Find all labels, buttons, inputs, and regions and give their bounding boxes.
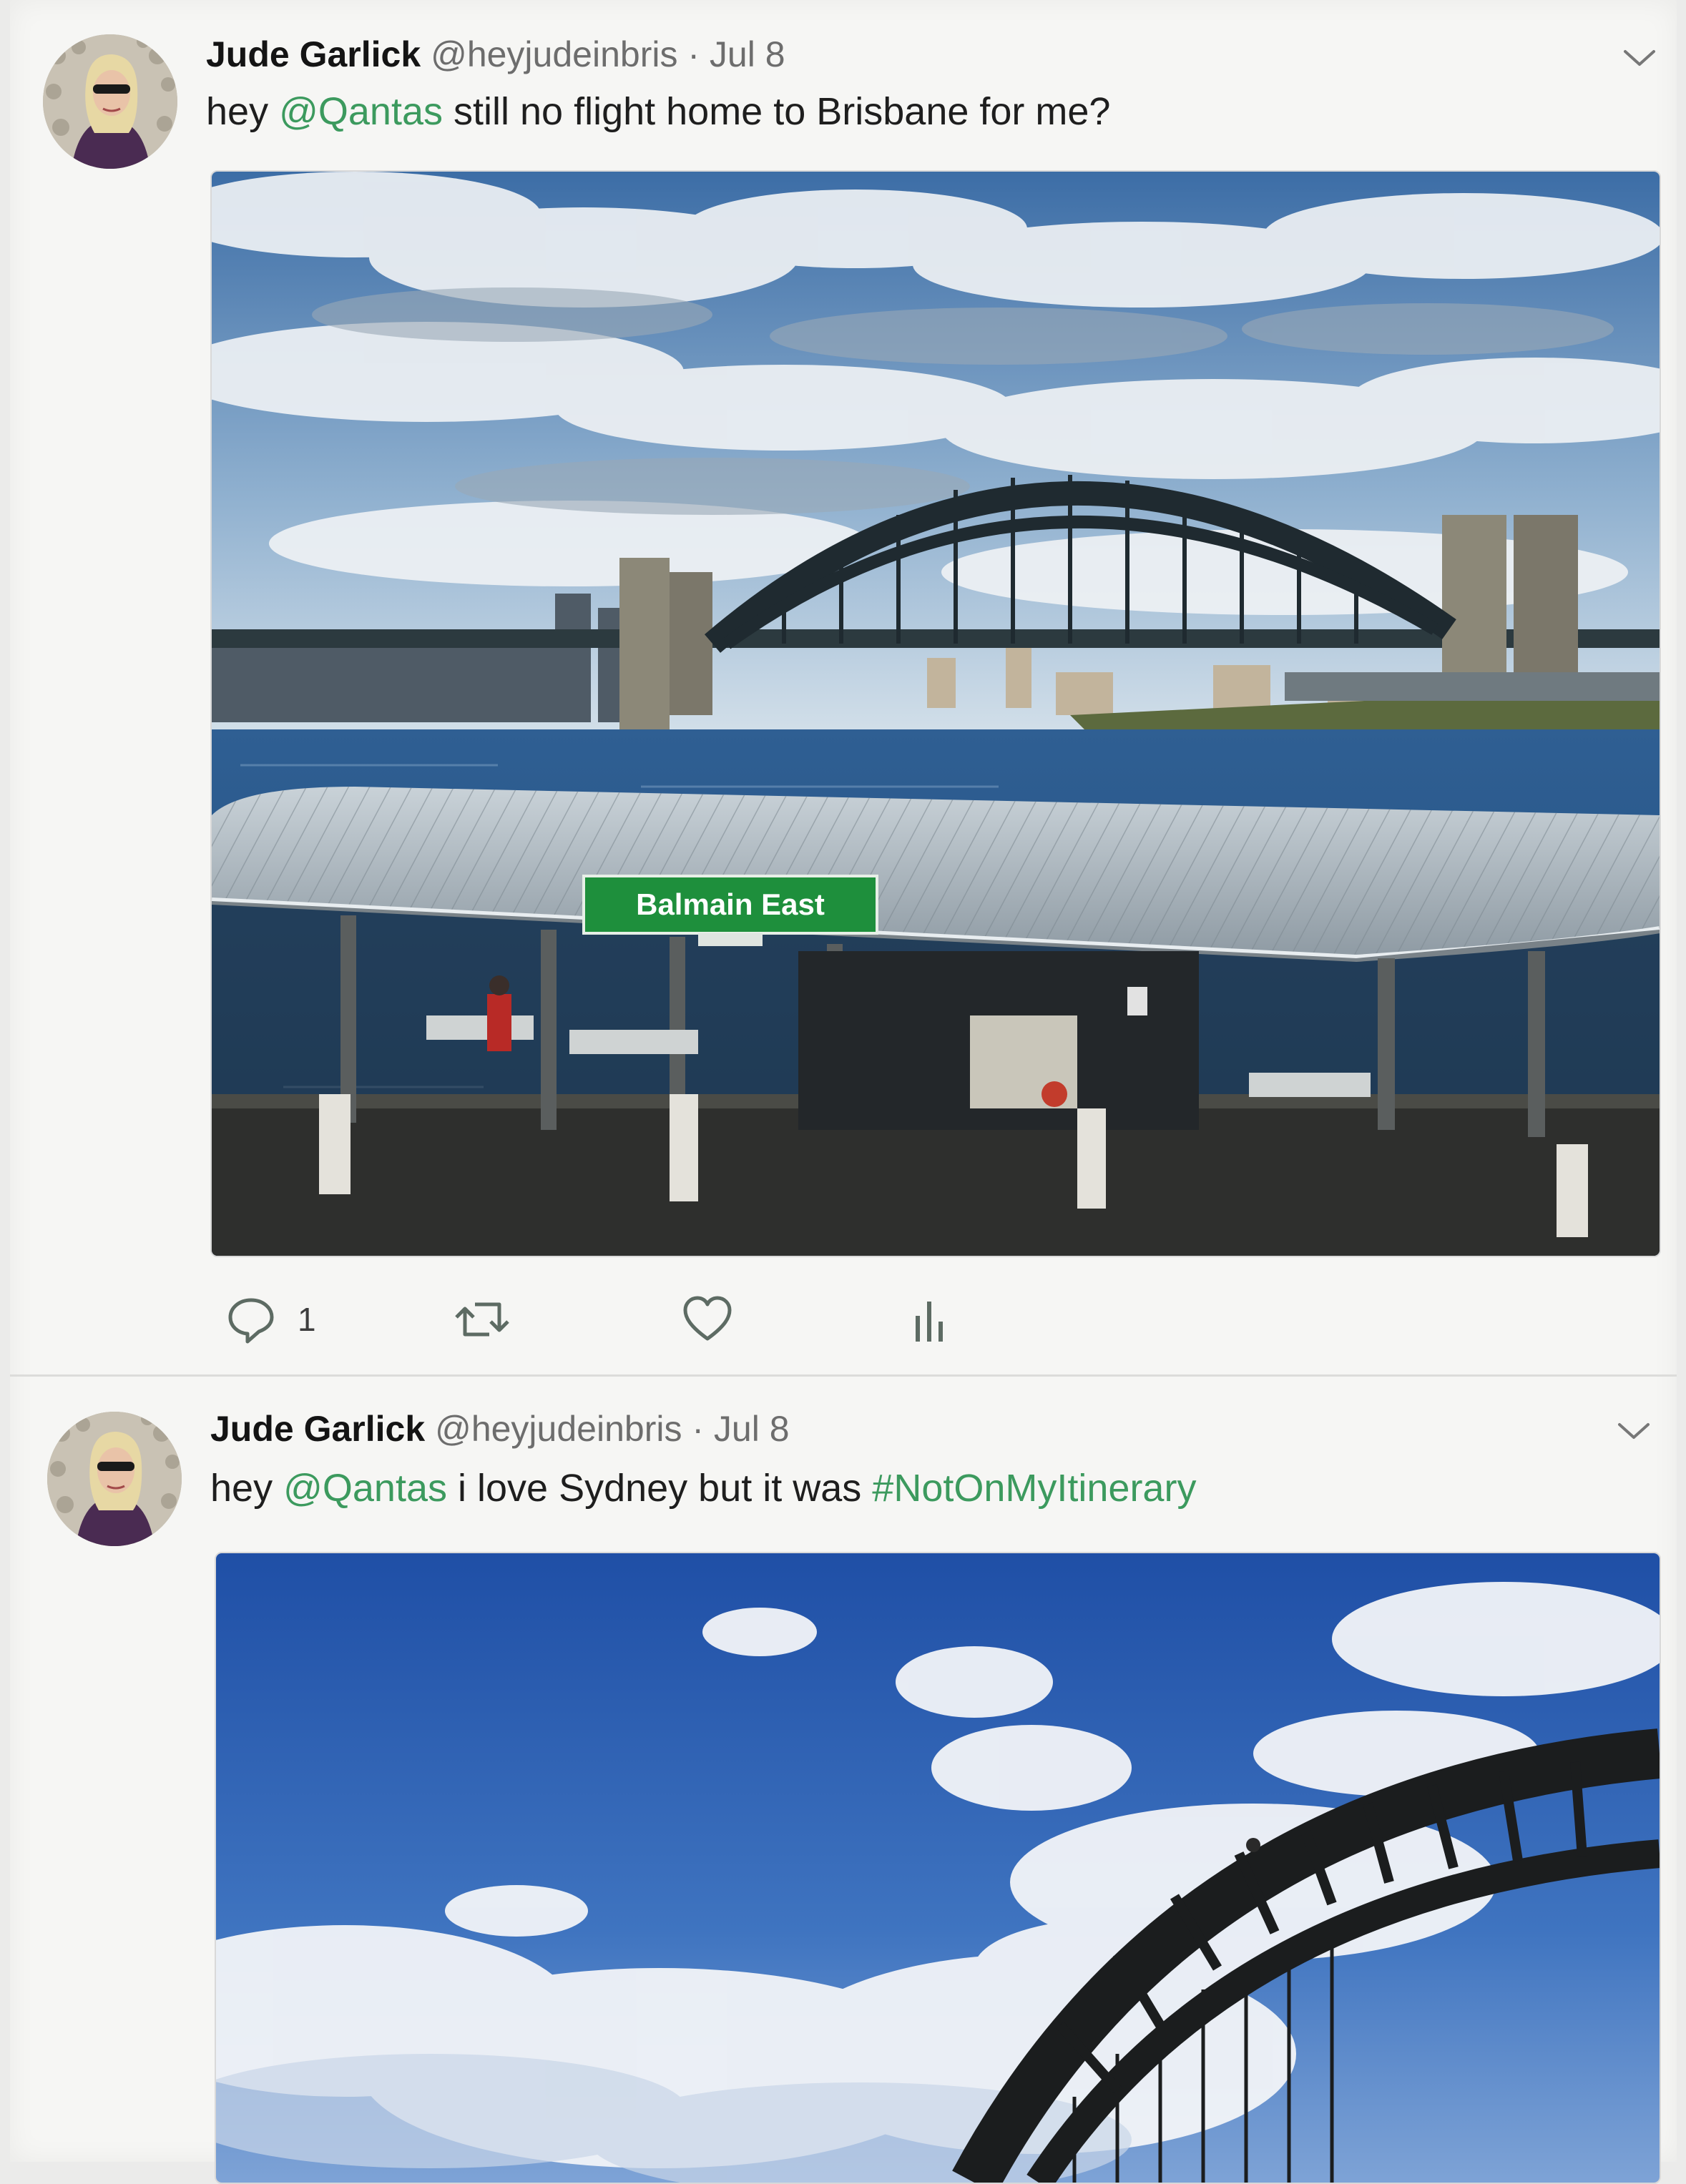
harbour-bridge-photo [212,172,1660,1256]
author-handle[interactable]: @heyjudeinbris [435,1409,682,1449]
balmain-east-sign-text: Balmain East [636,887,825,921]
like-button[interactable] [682,1287,732,1352]
tweet-header: Jude Garlick @heyjudeinbris · Jul 8 [206,33,785,76]
reply-button[interactable]: 1 [226,1287,316,1352]
like-icon [683,1296,732,1341]
retweet-button[interactable] [454,1287,511,1352]
tweet-text-part: i love Sydney but it was [447,1467,873,1510]
tweet-text-part: hey [206,90,280,133]
tweet-photo[interactable]: Balmain East [210,170,1661,1257]
tweet-text: hey @Qantas still no flight home to Bris… [206,87,1110,137]
avatar[interactable] [43,34,177,169]
separator-dot: · [687,34,700,74]
author-name[interactable]: Jude Garlick [206,34,421,74]
reply-icon [228,1298,274,1344]
avatar[interactable] [47,1412,182,1546]
screen: Jude Garlick @heyjudeinbris · Jul 8 hey … [10,0,1677,2184]
analytics-button[interactable] [911,1287,947,1352]
tweet-header: Jude Garlick @heyjudeinbris · Jul 8 [210,1407,790,1450]
chevron-down-icon[interactable] [1622,47,1657,69]
retweet-icon [455,1302,509,1337]
tweet[interactable]: Jude Garlick @heyjudeinbris · Jul 8 hey … [10,0,1677,1374]
separator-dot: · [692,1409,705,1449]
avatar-photo [43,34,177,169]
tweet-date[interactable]: Jul 8 [710,34,785,74]
bridge-arch-photo [216,1553,1660,2183]
author-name[interactable]: Jude Garlick [210,1409,425,1449]
mention-link[interactable]: @Qantas [279,90,443,133]
tweet-text: hey @Qantas i love Sydney but it was #No… [210,1463,1196,1513]
tweet-photo[interactable] [215,1552,1661,2184]
tweet-date[interactable]: Jul 8 [714,1409,790,1449]
tweet[interactable]: Jude Garlick @heyjudeinbris · Jul 8 hey … [10,1376,1677,2184]
chevron-down-icon[interactable] [1617,1420,1651,1442]
tweet-text-part: still no flight home to Brisbane for me? [443,90,1111,133]
tweet-text-part: hey [210,1467,284,1510]
mention-link[interactable]: @Qantas [283,1467,447,1510]
tweet-actions: 1 [217,1287,1219,1352]
reply-count: 1 [298,1301,316,1338]
avatar-photo [47,1412,182,1546]
analytics-icon [916,1302,943,1342]
hashtag-link[interactable]: #NotOnMyItinerary [872,1467,1196,1510]
author-handle[interactable]: @heyjudeinbris [431,34,677,74]
